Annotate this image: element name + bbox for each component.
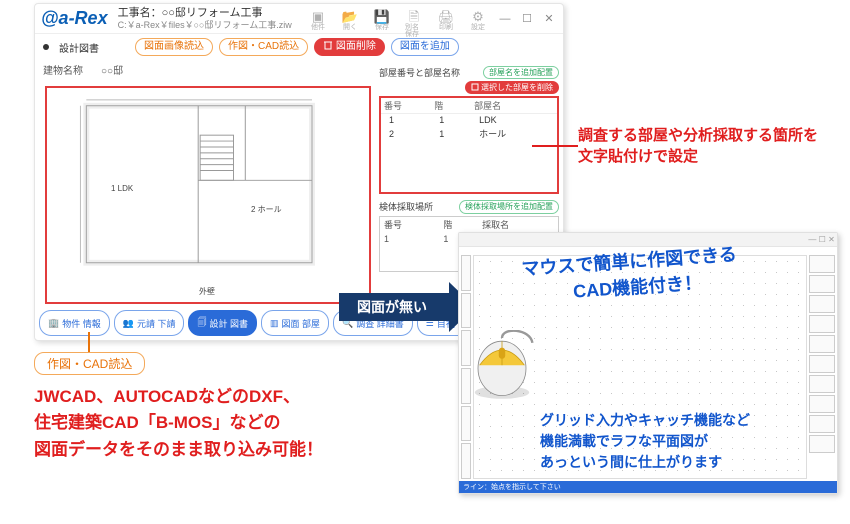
cad-sub-l2: 機能満載でラフな平面図が — [540, 431, 840, 452]
open-icon: 📂 — [342, 10, 358, 23]
plan-icon: ▥ — [270, 318, 279, 329]
sample-th-floor: 階 — [439, 217, 478, 232]
app-logo: @a-Rex — [41, 8, 108, 29]
cad-status-text: ライン：始点を指示して下さい — [463, 482, 561, 492]
room-delete-selected-button[interactable]: 選択した部屋を削除 — [465, 81, 559, 94]
open-button[interactable]: 📂 開く — [341, 10, 359, 28]
doc-icon: 🗐 — [197, 315, 206, 331]
trash-icon — [471, 83, 479, 91]
action-toolbar: 設計図書 図面画像読込 作図・CAD読込 図面削除 図面を追加 — [35, 34, 563, 60]
cad-sub-l3: あっという間に仕上がります — [540, 452, 840, 473]
close-button[interactable]: ✕ — [541, 12, 557, 25]
building-name-label: 建物名称 — [43, 62, 83, 77]
maximize-button[interactable]: ☐ — [519, 12, 535, 25]
sample-section-label: 検体採取場所 — [379, 200, 433, 213]
project-title: 工事名：○○邸リフォーム工事 — [118, 7, 299, 20]
cad-read-callout: 作図・CAD読込 — [34, 352, 145, 375]
section-bullet-icon — [43, 44, 49, 50]
no-drawing-arrow: 図面が無い — [339, 282, 475, 332]
room-anno-line — [532, 145, 578, 147]
settings-button[interactable]: ⚙ 設定 — [469, 10, 487, 28]
save-button[interactable]: 💾 保存 — [373, 10, 391, 28]
title-block: 工事名：○○邸リフォーム工事 C:￥a-Rex￥files￥○○邸リフォーム工事… — [118, 7, 299, 30]
building-icon: 🏢 — [48, 318, 59, 329]
room-annotation: 調査する部屋や分析採取する箇所を文字貼付けで設定 — [578, 125, 828, 167]
room-delete-header: 選択した部屋を削除 — [379, 81, 559, 94]
sample-th-no: 番号 — [380, 217, 439, 232]
save-as-button[interactable]: 🗎 別名保存 — [405, 10, 423, 28]
window-controls: — ☐ ✕ — [497, 12, 557, 25]
print-icon: 🖨 — [438, 10, 455, 23]
room-label-ldk: 1 LDK — [111, 184, 133, 193]
import-anno-l2: 住宅建築CAD「B-MOS」などの — [34, 410, 394, 436]
import-anno-l3: 図面データをそのまま取り込み可能！ — [34, 437, 394, 463]
floorplan-caption: 外壁 — [199, 286, 215, 297]
table-row[interactable]: 2 1 ホール — [381, 126, 557, 141]
room-label-hall: 2 ホール — [251, 204, 282, 215]
print-button[interactable]: 🖨 印刷 — [437, 10, 455, 28]
room-th-no: 番号 — [381, 98, 431, 114]
tab-contractor[interactable]: 👥元請 下請 — [114, 310, 185, 336]
section-label: 設計図書 — [59, 40, 99, 55]
sample-th-name: 採取名 — [478, 217, 558, 232]
cad-subtext: グリッド入力やキャッチ機能など 機能満載でラフな平面図が あっという間に仕上がり… — [540, 410, 840, 473]
sample-section-header: 検体採取場所 検体採取場所を追加配置 — [379, 200, 559, 213]
minimize-button[interactable]: — — [497, 13, 513, 25]
room-add-button[interactable]: 部屋名を追加配置 — [483, 66, 559, 79]
other-matters-button[interactable]: ▣ 他件 — [309, 10, 327, 28]
add-figure-button[interactable]: 図面を追加 — [391, 38, 459, 56]
gear-icon: ⚙ — [472, 10, 484, 23]
tab-design-docs[interactable]: 🗐設計 図書 — [188, 310, 257, 336]
tab-property-info[interactable]: 🏢物件 情報 — [39, 310, 110, 336]
cad-read-button[interactable]: 作図・CAD読込 — [219, 38, 308, 56]
project-path: C:￥a-Rex￥files￥○○邸リフォーム工事.ziw — [118, 20, 299, 30]
building-name-value: ○○邸 — [101, 62, 123, 77]
callout-connector — [88, 332, 90, 352]
floorplan-canvas[interactable]: 1 LDK 2 ホール 外壁 — [51, 92, 365, 298]
arrow-label: 図面が無い — [339, 293, 449, 321]
cad-status-bar: ライン：始点を指示して下さい — [459, 481, 837, 493]
import-image-button[interactable]: 図面画像読込 — [135, 38, 213, 56]
room-th-room: 部屋名 — [471, 98, 557, 114]
room-section-label: 部屋番号と部屋名称 — [379, 66, 460, 79]
sample-add-button[interactable]: 検体採取場所を追加配置 — [459, 200, 559, 213]
folder-icon: ▣ — [312, 10, 324, 23]
trash-icon — [323, 40, 333, 50]
room-section-header: 部屋番号と部屋名称 部屋名を追加配置 — [379, 66, 559, 79]
floorplan-svg — [51, 92, 365, 298]
room-th-floor: 階 — [431, 98, 471, 114]
import-anno-l1: JWCAD、AUTOCADなどのDXF、 — [34, 384, 394, 410]
save-icon: 💾 — [374, 10, 390, 23]
table-row[interactable]: 1 1 LDK — [381, 114, 557, 127]
import-annotation: JWCAD、AUTOCADなどのDXF、 住宅建築CAD「B-MOS」などの 図… — [34, 384, 394, 463]
floorplan-frame: 1 LDK 2 ホール 外壁 — [45, 86, 371, 304]
mouse-icon — [460, 330, 544, 402]
delete-figure-button[interactable]: 図面削除 — [314, 38, 385, 56]
tab-zumen-room[interactable]: ▥図面 部屋 — [261, 310, 329, 336]
titlebar: @a-Rex 工事名：○○邸リフォーム工事 C:￥a-Rex￥files￥○○邸… — [35, 4, 563, 34]
title-icon-group: ▣ 他件 📂 開く 💾 保存 🗎 別名保存 🖨 印刷 ⚙ 設定 — [309, 10, 487, 28]
save-as-icon: 🗎 — [409, 10, 419, 23]
cad-sub-l1: グリッド入力やキャッチ機能など — [540, 410, 840, 431]
people-icon: 👥 — [123, 318, 134, 329]
